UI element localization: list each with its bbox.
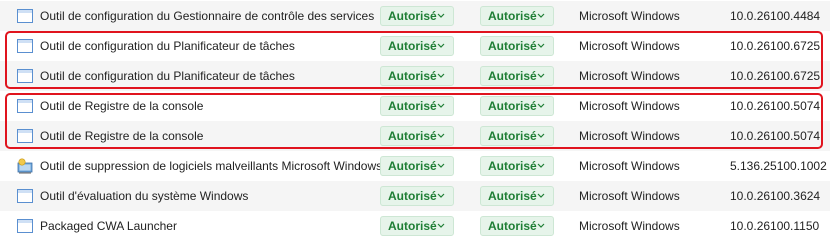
chevron-down-icon — [436, 70, 446, 82]
chevron-down-icon — [536, 130, 546, 142]
table-row[interactable]: Outil de Registre de la console Autorisé… — [0, 121, 830, 151]
version: 10.0.26100.6725 — [730, 39, 821, 53]
status-dropdown-1[interactable]: Autorisé — [380, 96, 454, 116]
status-label: Autorisé — [488, 39, 537, 53]
status-dropdown-1[interactable]: Autorisé — [380, 36, 454, 56]
status-dropdown-2[interactable]: Autorisé — [480, 156, 554, 176]
version: 10.0.26100.1150 — [730, 219, 820, 233]
window-app-icon — [16, 7, 34, 25]
table-row[interactable]: Outil d'évaluation du système Windows Au… — [0, 181, 830, 211]
status-label: Autorisé — [488, 99, 537, 113]
applications-table: Outil de configuration du Gestionnaire d… — [0, 0, 830, 241]
status-label: Autorisé — [388, 189, 437, 203]
status-label: Autorisé — [388, 129, 437, 143]
version: 10.0.26100.4484 — [730, 9, 821, 23]
chevron-down-icon — [436, 130, 446, 142]
chevron-down-icon — [536, 220, 546, 232]
status-label: Autorisé — [388, 69, 437, 83]
status-dropdown-2[interactable]: Autorisé — [480, 186, 554, 206]
publisher: Microsoft Windows — [579, 159, 680, 173]
chevron-down-icon — [436, 160, 446, 172]
status-label: Autorisé — [388, 99, 437, 113]
status-label: Autorisé — [488, 69, 537, 83]
table-row[interactable]: Outil de configuration du Gestionnaire d… — [0, 1, 830, 31]
status-label: Autorisé — [388, 39, 437, 53]
chevron-down-icon — [436, 220, 446, 232]
table-row[interactable]: Packaged CWA Launcher Autorisé Autorisé … — [0, 211, 830, 241]
version: 5.136.25100.1002 — [730, 159, 827, 173]
status-dropdown-1[interactable]: Autorisé — [380, 216, 454, 236]
status-label: Autorisé — [388, 159, 437, 173]
status-dropdown-1[interactable]: Autorisé — [380, 156, 454, 176]
window-app-icon — [16, 37, 34, 55]
publisher: Microsoft Windows — [579, 129, 680, 143]
version: 10.0.26100.5074 — [730, 129, 821, 143]
chevron-down-icon — [436, 10, 446, 22]
chevron-down-icon — [536, 70, 546, 82]
status-dropdown-2[interactable]: Autorisé — [480, 66, 554, 86]
application-name: Outil de Registre de la console — [40, 129, 204, 143]
publisher: Microsoft Windows — [579, 189, 680, 203]
table-row[interactable]: Outil de configuration du Planificateur … — [0, 31, 830, 61]
table-row[interactable]: Outil de suppression de logiciels malvei… — [0, 151, 830, 181]
chevron-down-icon — [436, 40, 446, 52]
chevron-down-icon — [536, 190, 546, 202]
application-name: Outil de configuration du Gestionnaire d… — [40, 9, 375, 23]
application-name: Outil de Registre de la console — [40, 99, 204, 113]
window-app-icon — [16, 67, 34, 85]
window-app-icon — [16, 187, 34, 205]
status-label: Autorisé — [488, 159, 537, 173]
table-row[interactable]: Outil de configuration du Planificateur … — [0, 61, 830, 91]
chevron-down-icon — [436, 100, 446, 112]
status-dropdown-2[interactable]: Autorisé — [480, 96, 554, 116]
status-dropdown-1[interactable]: Autorisé — [380, 186, 454, 206]
status-label: Autorisé — [488, 189, 537, 203]
status-label: Autorisé — [488, 9, 537, 23]
publisher: Microsoft Windows — [579, 69, 680, 83]
chevron-down-icon — [436, 190, 446, 202]
chevron-down-icon — [536, 10, 546, 22]
application-name: Outil d'évaluation du système Windows — [40, 189, 249, 203]
malware-removal-icon — [16, 157, 34, 175]
status-label: Autorisé — [388, 9, 437, 23]
status-label: Autorisé — [488, 219, 537, 233]
application-name: Outil de configuration du Planificateur … — [40, 69, 295, 83]
status-dropdown-2[interactable]: Autorisé — [480, 216, 554, 236]
application-name: Outil de configuration du Planificateur … — [40, 39, 295, 53]
window-app-icon — [16, 97, 34, 115]
chevron-down-icon — [536, 100, 546, 112]
publisher: Microsoft Windows — [579, 39, 680, 53]
chevron-down-icon — [536, 40, 546, 52]
status-label: Autorisé — [388, 219, 437, 233]
publisher: Microsoft Windows — [579, 99, 680, 113]
application-name: Packaged CWA Launcher — [40, 219, 177, 233]
status-dropdown-1[interactable]: Autorisé — [380, 126, 454, 146]
status-dropdown-2[interactable]: Autorisé — [480, 126, 554, 146]
version: 10.0.26100.3624 — [730, 189, 821, 203]
version: 10.0.26100.5074 — [730, 99, 821, 113]
application-name: Outil de suppression de logiciels malvei… — [40, 159, 383, 173]
table-row[interactable]: Outil de Registre de la console Autorisé… — [0, 91, 830, 121]
status-dropdown-1[interactable]: Autorisé — [380, 66, 454, 86]
status-dropdown-1[interactable]: Autorisé — [380, 6, 454, 26]
window-app-icon — [16, 127, 34, 145]
status-dropdown-2[interactable]: Autorisé — [480, 36, 554, 56]
status-dropdown-2[interactable]: Autorisé — [480, 6, 554, 26]
status-label: Autorisé — [488, 129, 537, 143]
publisher: Microsoft Windows — [579, 9, 680, 23]
version: 10.0.26100.6725 — [730, 69, 821, 83]
chevron-down-icon — [536, 160, 546, 172]
window-app-icon — [16, 217, 34, 235]
publisher: Microsoft Windows — [579, 219, 680, 233]
